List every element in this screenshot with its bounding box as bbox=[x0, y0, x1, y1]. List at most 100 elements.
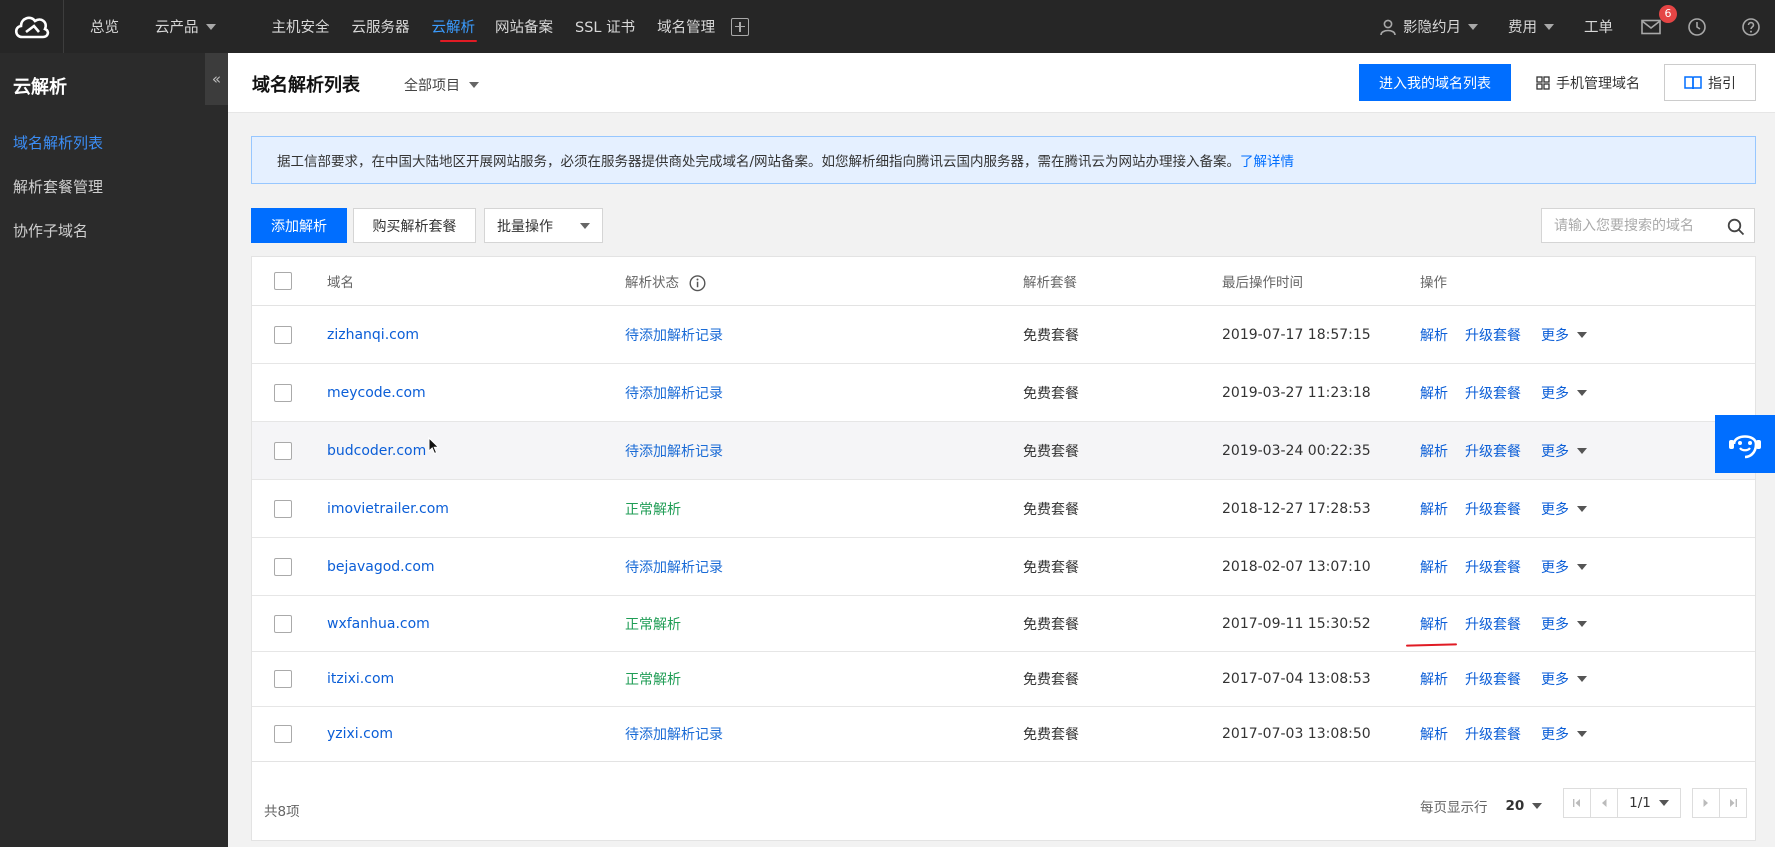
domain-link[interactable]: imovietrailer.com bbox=[327, 501, 449, 517]
more-actions-dropdown[interactable]: 更多 bbox=[1541, 557, 1587, 577]
domain-search-input[interactable] bbox=[1542, 209, 1718, 242]
resolve-link[interactable]: 解析 bbox=[1420, 499, 1448, 519]
nav-host-security[interactable]: 主机安全 bbox=[254, 0, 348, 53]
last-page-button[interactable] bbox=[1719, 788, 1747, 818]
mobile-manage-link[interactable]: 手机管理域名 bbox=[1536, 73, 1640, 93]
row-checkbox[interactable] bbox=[274, 614, 292, 633]
batch-actions-dropdown[interactable]: 批量操作 bbox=[484, 208, 603, 243]
domain-link[interactable]: budcoder.com bbox=[327, 443, 426, 459]
more-actions-dropdown[interactable]: 更多 bbox=[1541, 499, 1587, 519]
more-actions-dropdown[interactable]: 更多 bbox=[1541, 614, 1587, 634]
nav-overview[interactable]: 总览 bbox=[72, 0, 137, 53]
upgrade-plan-link[interactable]: 升级套餐 bbox=[1465, 441, 1521, 461]
resolve-link[interactable]: 解析 bbox=[1420, 724, 1448, 744]
add-record-button[interactable]: 添加解析 bbox=[251, 208, 347, 243]
nav-domain-mgmt[interactable]: 域名管理 bbox=[653, 0, 723, 53]
resolve-link[interactable]: 解析 bbox=[1420, 325, 1448, 345]
history-button[interactable] bbox=[1681, 0, 1731, 53]
status-text[interactable]: 待添加解析记录 bbox=[625, 325, 723, 345]
upgrade-plan-link[interactable]: 升级套餐 bbox=[1465, 724, 1521, 744]
status-text[interactable]: 待添加解析记录 bbox=[625, 441, 723, 461]
support-assistant-button[interactable] bbox=[1715, 415, 1775, 473]
upgrade-plan-link[interactable]: 升级套餐 bbox=[1465, 499, 1521, 519]
sidebar-item-sub-domains[interactable]: 协作子域名 bbox=[0, 209, 228, 253]
upgrade-plan-link[interactable]: 升级套餐 bbox=[1465, 325, 1521, 345]
nav-ssl[interactable]: SSL 证书 bbox=[571, 0, 653, 53]
upgrade-plan-link[interactable]: 升级套餐 bbox=[1465, 669, 1521, 689]
select-all-checkbox[interactable] bbox=[274, 272, 292, 290]
nav-billing[interactable]: 费用 bbox=[1493, 0, 1569, 53]
domain-link[interactable]: itzixi.com bbox=[327, 671, 394, 687]
domain-link[interactable]: bejavagod.com bbox=[327, 559, 435, 575]
row-checkbox[interactable] bbox=[274, 557, 292, 576]
domain-link[interactable]: meycode.com bbox=[327, 385, 426, 401]
pagination: 1/1 bbox=[1563, 788, 1747, 818]
status-text[interactable]: 待添加解析记录 bbox=[625, 557, 723, 577]
per-page-select[interactable]: 20 bbox=[1506, 798, 1543, 814]
book-icon bbox=[1684, 76, 1702, 90]
row-checkbox[interactable] bbox=[274, 325, 292, 344]
user-name: 影隐约月 bbox=[1403, 20, 1461, 36]
mail-button[interactable]: 6 bbox=[1633, 0, 1681, 53]
resolve-link[interactable]: 解析 bbox=[1420, 441, 1448, 461]
row-checkbox[interactable] bbox=[274, 499, 292, 518]
prev-page-icon bbox=[1602, 799, 1607, 807]
caret-down-icon bbox=[1577, 620, 1587, 627]
row-checkbox[interactable] bbox=[274, 670, 292, 688]
more-actions-dropdown[interactable]: 更多 bbox=[1541, 724, 1587, 744]
domain-link[interactable]: zizhanqi.com bbox=[327, 327, 419, 343]
guide-button[interactable]: 指引 bbox=[1664, 64, 1756, 101]
more-actions-dropdown[interactable]: 更多 bbox=[1541, 441, 1587, 461]
time-text: 2018-12-27 17:28:53 bbox=[1222, 500, 1371, 517]
domain-link[interactable]: wxfanhua.com bbox=[327, 616, 430, 632]
upgrade-plan-link[interactable]: 升级套餐 bbox=[1465, 383, 1521, 403]
more-actions-dropdown[interactable]: 更多 bbox=[1541, 325, 1587, 345]
add-shortcut-icon[interactable] bbox=[731, 17, 750, 36]
status-text[interactable]: 待添加解析记录 bbox=[625, 724, 723, 744]
search-icon[interactable] bbox=[1727, 218, 1745, 236]
page-select[interactable]: 1/1 bbox=[1617, 788, 1681, 818]
project-select[interactable]: 全部项目 bbox=[404, 75, 479, 95]
upgrade-plan-link[interactable]: 升级套餐 bbox=[1465, 557, 1521, 577]
cloud-logo-icon[interactable] bbox=[0, 0, 64, 53]
prev-page-button[interactable] bbox=[1590, 788, 1618, 818]
resolve-link[interactable]: 解析 bbox=[1420, 557, 1448, 577]
nav-icp[interactable]: 网站备案 bbox=[489, 0, 571, 53]
caret-down-icon bbox=[1577, 676, 1587, 682]
row-checkbox[interactable] bbox=[274, 725, 292, 743]
resolve-link[interactable]: 解析 bbox=[1420, 669, 1448, 689]
status-text[interactable]: 待添加解析记录 bbox=[625, 383, 723, 403]
collapse-sidebar-button[interactable]: « bbox=[205, 53, 228, 105]
first-page-button[interactable] bbox=[1563, 788, 1591, 818]
plan-text: 免费套餐 bbox=[1023, 616, 1079, 633]
sidebar-item-domain-list[interactable]: 域名解析列表 bbox=[0, 121, 228, 165]
buy-plan-button[interactable]: 购买解析套餐 bbox=[353, 208, 476, 243]
nav-ticket[interactable]: 工单 bbox=[1569, 0, 1633, 53]
table-row: meycode.com 待添加解析记录 免费套餐 2019-03-27 11:23:1… bbox=[252, 364, 1755, 422]
row-checkbox[interactable] bbox=[274, 383, 292, 402]
per-page-control: 每页显示行 20 bbox=[1420, 796, 1543, 816]
sidebar-item-plan-mgmt[interactable]: 解析套餐管理 bbox=[0, 165, 228, 209]
enter-domain-list-button[interactable]: 进入我的域名列表 bbox=[1359, 64, 1511, 101]
more-actions-dropdown[interactable]: 更多 bbox=[1541, 669, 1587, 689]
row-checkbox[interactable] bbox=[274, 441, 292, 460]
header-plan: 解析套餐 bbox=[1023, 275, 1077, 291]
next-page-button[interactable] bbox=[1692, 788, 1720, 818]
nav-products[interactable]: 云产品 bbox=[137, 0, 234, 53]
resolve-link[interactable]: 解析 bbox=[1420, 614, 1448, 634]
learn-more-link[interactable]: 了解详情 bbox=[1240, 150, 1294, 170]
row-actions: 解析 升级套餐 更多 bbox=[1420, 724, 1587, 744]
info-icon[interactable] bbox=[689, 274, 706, 291]
help-button[interactable] bbox=[1731, 0, 1775, 53]
resolve-link[interactable]: 解析 bbox=[1420, 383, 1448, 403]
upgrade-plan-link[interactable]: 升级套餐 bbox=[1465, 614, 1521, 634]
domain-link[interactable]: yzixi.com bbox=[327, 726, 393, 742]
more-actions-dropdown[interactable]: 更多 bbox=[1541, 383, 1587, 403]
nav-cvm[interactable]: 云服务器 bbox=[348, 0, 428, 53]
total-count: 共8项 bbox=[264, 804, 300, 820]
nav-dns[interactable]: 云解析 bbox=[428, 0, 490, 53]
user-menu[interactable]: 影隐约月 bbox=[1364, 0, 1493, 53]
per-page-label: 每页显示行 bbox=[1420, 800, 1488, 816]
domain-table: 域名 解析状态 解析套餐 最后操作时间 操作 zizhanqi.com 待添加解析… bbox=[251, 256, 1756, 841]
header-status: 解析状态 bbox=[625, 271, 706, 292]
